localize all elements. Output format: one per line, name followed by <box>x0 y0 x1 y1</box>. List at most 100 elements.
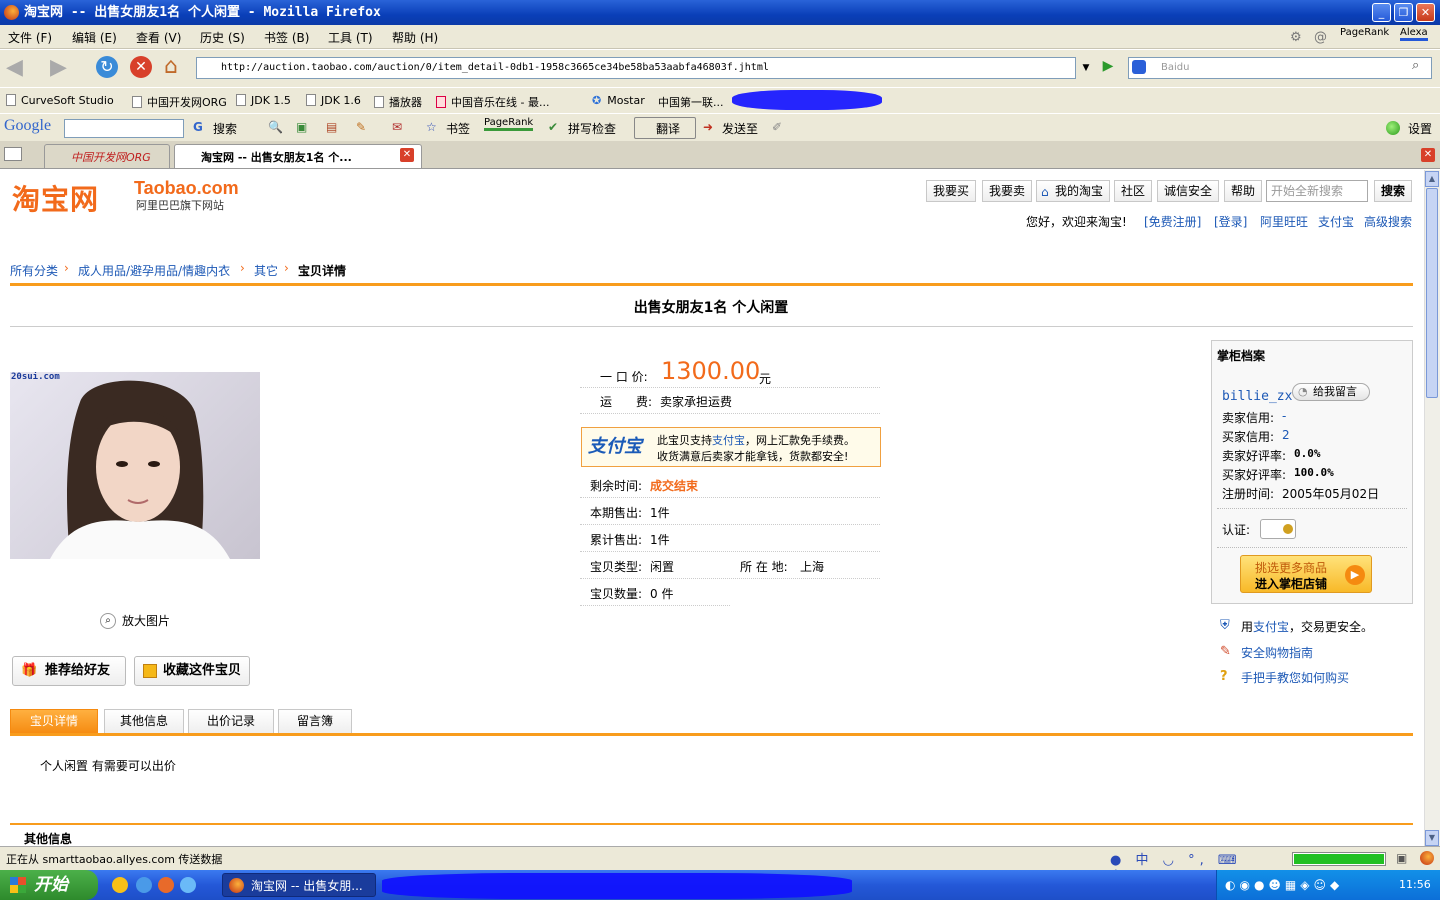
url-input[interactable]: http://auction.taobao.com/auction/0/item… <box>196 57 1076 79</box>
gear-icon[interactable]: ⚙ <box>1290 30 1302 45</box>
tab-item-details[interactable]: 宝贝详情 <box>10 709 98 734</box>
spellcheck-icon[interactable]: ✔ <box>548 120 558 134</box>
zoom-image-link[interactable]: 放大图片 <box>122 612 170 629</box>
scrollbar-thumb[interactable] <box>1426 188 1438 398</box>
menu-file[interactable]: 文件 (F) <box>8 29 52 46</box>
advanced-search-link[interactable]: 高级搜索 <box>1364 213 1412 230</box>
sell-button[interactable]: 我要卖 <box>982 180 1033 202</box>
taskbar-item-firefox[interactable]: 淘宝网 -- 出售女朋... <box>222 873 376 897</box>
my-taobao-button[interactable]: ⌂ 我的淘宝 <box>1036 180 1111 202</box>
taobao-logo-en[interactable]: Taobao.com <box>134 178 239 199</box>
autofill-icon[interactable]: ✎ <box>356 120 366 134</box>
help-button[interactable]: 帮助 <box>1224 180 1263 202</box>
news-icon[interactable]: ▣ <box>296 120 307 134</box>
menu-help[interactable]: 帮助 (H) <box>392 29 438 46</box>
spellcheck-button[interactable]: 拼写检查 <box>568 120 616 137</box>
buyer-credit-value[interactable]: 2 <box>1282 428 1290 442</box>
google-search-button[interactable]: 搜索 <box>213 120 237 137</box>
tab-other-info[interactable]: 其他信息 <box>104 709 184 734</box>
aliwangwang-link[interactable]: 阿里旺旺 <box>1260 213 1308 230</box>
firefox-icon[interactable] <box>158 877 174 893</box>
eraser-icon[interactable]: ✐ <box>772 120 782 134</box>
url-dropdown-icon[interactable]: ▼ <box>1078 57 1094 79</box>
bookmark-item[interactable]: JDK 1.5 <box>236 94 291 107</box>
tab-taobao[interactable]: 淘宝网 -- 出售女朋友1名 个... <box>174 144 422 168</box>
bookmark-item[interactable]: 播放器 <box>374 94 422 110</box>
site-search-button[interactable]: 搜索 <box>1374 180 1413 202</box>
settings-button[interactable]: 设置 <box>1408 120 1432 137</box>
bookmark-item[interactable]: ✪ Mostar <box>592 94 645 107</box>
register-link[interactable]: [免费注册] <box>1144 213 1201 230</box>
home-icon[interactable]: ⌂ <box>164 54 178 79</box>
back-arrow-icon[interactable]: ◀ <box>6 55 23 80</box>
tray-icons[interactable]: ◐◉●☻▦◈☺◆ <box>1225 878 1343 892</box>
ime-toolbar[interactable]: ● 中 ◡ °, ⌨ ⚙ <box>1110 849 1260 883</box>
maximize-button[interactable]: ❐ <box>1394 3 1413 22</box>
bookmark-item[interactable]: 中国音乐在线 - 最... <box>436 94 549 110</box>
firefox-icon[interactable] <box>1420 851 1434 865</box>
menu-bookmarks[interactable]: 书签 (B) <box>264 29 309 46</box>
star-icon[interactable]: ☆ <box>426 120 437 134</box>
new-tab-icon[interactable] <box>4 147 22 161</box>
menu-edit[interactable]: 编辑 (E) <box>72 29 117 46</box>
enter-shop-button[interactable]: 挑选更多商品 进入掌柜店铺 ▶ <box>1240 555 1372 593</box>
magnifier-icon[interactable]: ⌕ <box>1412 58 1419 73</box>
at-icon[interactable]: @ <box>1314 30 1327 45</box>
send-icon[interactable]: ➜ <box>703 120 713 134</box>
close-tab-icon[interactable]: ✕ <box>400 148 414 162</box>
google-bookmarks-button[interactable]: 书签 <box>446 120 470 137</box>
seller-name[interactable]: billie_zx <box>1222 389 1292 404</box>
bookmark-item[interactable]: CurveSoft Studio <box>6 94 114 107</box>
highlight-icon[interactable]: 🔍 <box>268 120 283 134</box>
buy-button[interactable]: 我要买 <box>926 180 977 202</box>
certification-icon[interactable] <box>1260 519 1296 539</box>
baidu-paw-icon[interactable] <box>1132 60 1146 74</box>
quicklaunch-icon[interactable] <box>112 877 128 893</box>
stop-icon[interactable]: ✕ <box>130 56 152 78</box>
how-to-buy-link[interactable]: 手把手教您如何购买 <box>1241 669 1349 686</box>
mail-icon[interactable]: ✉ <box>392 120 402 134</box>
breadcrumb-other[interactable]: 其它 <box>254 262 278 279</box>
go-icon[interactable]: ▶ <box>1098 58 1118 78</box>
login-link[interactable]: [登录] <box>1214 213 1247 230</box>
site-search-input[interactable]: 开始全新搜索 <box>1266 180 1368 202</box>
menu-history[interactable]: 历史 (S) <box>200 29 245 46</box>
close-button[interactable]: ✕ <box>1416 3 1435 22</box>
popup-blocker-icon[interactable]: ▤ <box>326 120 337 134</box>
bookmark-item[interactable]: 中国第一联... <box>658 94 724 110</box>
breadcrumb-all[interactable]: 所有分类 <box>10 262 58 279</box>
scroll-up-icon[interactable]: ▲ <box>1425 171 1439 187</box>
pagerank-label[interactable]: PageRank <box>484 117 534 131</box>
item-photo[interactable]: 20sui.com <box>10 372 260 559</box>
pagerank-label[interactable]: PageRank <box>1340 27 1389 38</box>
taobao-logo-cn[interactable]: 淘宝网 <box>12 178 99 218</box>
desktop-icon[interactable] <box>180 877 196 893</box>
tab-guestbook[interactable]: 留言簿 <box>278 709 352 734</box>
safe-shopping-guide-link[interactable]: 安全购物指南 <box>1241 644 1313 661</box>
start-button[interactable]: 开始 <box>0 870 98 900</box>
breadcrumb-category[interactable]: 成人用品/避孕用品/情趣内衣 <box>78 262 230 279</box>
send-to-button[interactable]: 发送至 <box>722 120 758 137</box>
menu-tools[interactable]: 工具 (T) <box>328 29 373 46</box>
window-icon[interactable]: ▣ <box>1396 851 1407 865</box>
community-button[interactable]: 社区 <box>1114 180 1153 202</box>
seller-credit-value[interactable]: - <box>1282 409 1286 423</box>
trust-button[interactable]: 诚信安全 <box>1157 180 1220 202</box>
forward-arrow-icon[interactable]: ▶ <box>50 55 67 80</box>
ie-icon[interactable] <box>136 877 152 893</box>
reload-icon[interactable]: ↻ <box>96 56 118 78</box>
scroll-down-icon[interactable]: ▼ <box>1425 830 1439 846</box>
tab-bid-history[interactable]: 出价记录 <box>188 709 274 734</box>
translate-button[interactable]: 翻译 <box>656 120 680 137</box>
recommend-button[interactable]: 🎁 推荐给好友 <box>12 656 126 686</box>
google-search-input[interactable] <box>64 119 184 138</box>
minimize-button[interactable]: _ <box>1372 3 1391 22</box>
safety-alipay-link[interactable]: 支付宝 <box>1253 620 1289 634</box>
search-engine-input[interactable]: Baidu <box>1128 57 1432 79</box>
alipay-link[interactable]: 支付宝 <box>1318 213 1354 230</box>
alexa-label[interactable]: Alexa <box>1400 27 1428 41</box>
magnifier-icon[interactable]: ⌕ <box>100 613 116 629</box>
message-button[interactable]: ◔ 给我留言 <box>1292 383 1370 401</box>
clock[interactable]: 11:56 <box>1399 878 1431 891</box>
favorite-button[interactable]: 收藏这件宝贝 <box>134 656 250 686</box>
